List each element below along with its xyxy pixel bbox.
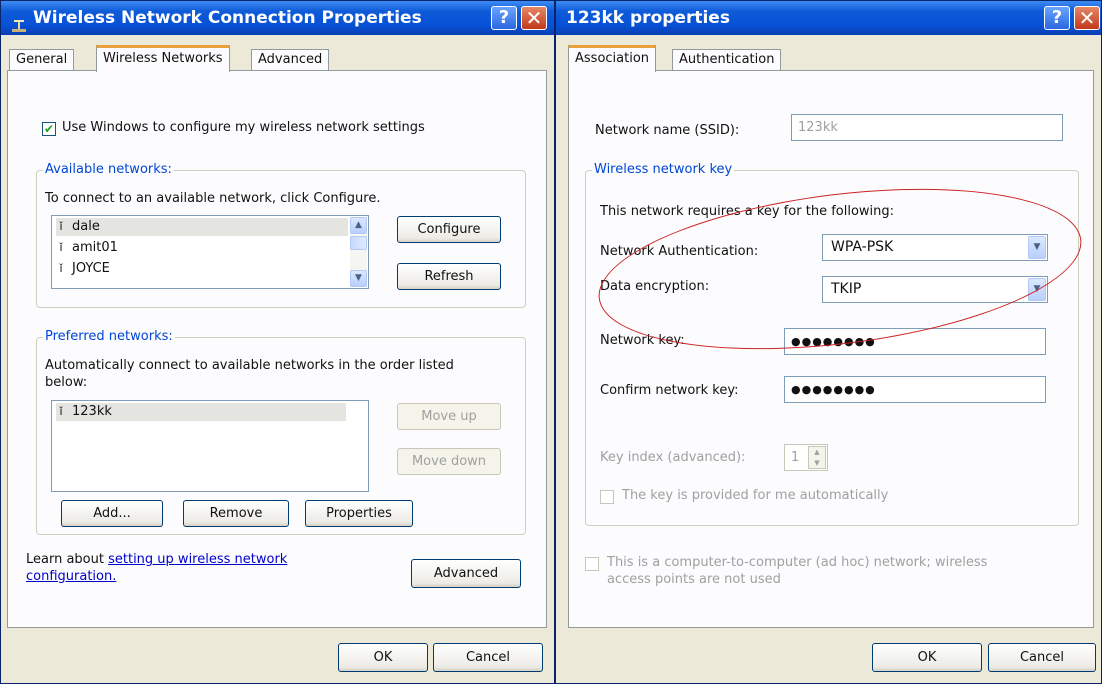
available-networks-list[interactable]: ǐ dale ǐ amit01 ǐ JOYCE ▲ ▼: [51, 215, 369, 289]
available-networks-legend: Available networks:: [43, 162, 174, 177]
title-bar[interactable]: 123kk properties: [556, 1, 1101, 35]
adhoc-label-line2: access points are not used: [607, 572, 781, 587]
available-networks-desc: To connect to an available network, clic…: [45, 191, 381, 206]
help-icon: ?: [498, 7, 510, 28]
advanced-button[interactable]: Advanced: [411, 559, 521, 588]
close-icon: ✕: [1078, 6, 1096, 30]
ssid-field[interactable]: 123kk: [791, 114, 1063, 141]
wireless-network-icon: ǐ: [59, 262, 63, 275]
window-title: 123kk properties: [566, 8, 730, 28]
preferred-networks-desc-line1: Automatically connect to available netwo…: [45, 358, 454, 373]
list-item[interactable]: ǐ 123kk: [56, 403, 346, 421]
refresh-button[interactable]: Refresh: [397, 263, 501, 290]
dropdown-arrow-icon[interactable]: ▼: [1028, 278, 1046, 301]
learn-about-text-2: configuration.: [26, 569, 116, 584]
preferred-networks-list[interactable]: ǐ 123kk: [51, 400, 369, 492]
cancel-button[interactable]: Cancel: [433, 643, 543, 672]
use-windows-label: Use Windows to configure my wireless net…: [62, 120, 425, 135]
key-index-label: Key index (advanced):: [600, 450, 746, 465]
network-connection-icon: [11, 11, 27, 32]
association-panel: Network name (SSID): 123kk Wireless netw…: [568, 70, 1094, 628]
vertical-scrollbar[interactable]: ▲ ▼: [350, 217, 367, 287]
help-button[interactable]: ?: [1044, 6, 1070, 30]
key-index-spinner[interactable]: ▲ ▼: [808, 446, 826, 469]
use-windows-checkbox[interactable]: ✔: [42, 122, 56, 136]
available-networks-group: Available networks: To connect to an ava…: [36, 162, 526, 308]
scroll-up-icon[interactable]: ▲: [350, 217, 367, 234]
help-button[interactable]: ?: [491, 6, 517, 30]
preferred-networks-legend: Preferred networks:: [43, 329, 175, 344]
setup-link-2[interactable]: configuration.: [26, 569, 116, 584]
tab-wireless-networks[interactable]: Wireless Networks: [96, 45, 230, 72]
key-auto-label: The key is provided for me automatically: [622, 488, 889, 503]
scroll-down-icon[interactable]: ▼: [350, 270, 367, 287]
confirm-key-field[interactable]: ●●●●●●●●: [784, 376, 1046, 403]
scroll-thumb[interactable]: [350, 236, 367, 250]
network-auth-label: Network Authentication:: [600, 244, 759, 259]
preferred-networks-group: Preferred networks: Automatically connec…: [36, 329, 526, 535]
configure-button[interactable]: Configure: [397, 216, 501, 243]
add-button[interactable]: Add...: [61, 500, 163, 527]
key-auto-checkbox[interactable]: [600, 490, 614, 504]
window-title: Wireless Network Connection Properties: [33, 8, 422, 28]
network-key-field[interactable]: ●●●●●●●●: [784, 328, 1046, 355]
ssid-label: Network name (SSID):: [595, 123, 740, 138]
learn-about-text: Learn about setting up wireless network: [26, 552, 288, 567]
data-encryption-label: Data encryption:: [600, 279, 710, 294]
wireless-network-icon: ǐ: [59, 405, 63, 418]
network-key-label: Network key:: [600, 333, 685, 348]
wireless-connection-properties-window: Wireless Network Connection Properties ?…: [0, 0, 555, 684]
remove-button[interactable]: Remove: [183, 500, 289, 527]
help-icon: ?: [1051, 7, 1063, 28]
close-button[interactable]: ✕: [521, 6, 547, 30]
close-icon: ✕: [525, 6, 543, 30]
close-button[interactable]: ✕: [1074, 6, 1100, 30]
key-requirement-desc: This network requires a key for the foll…: [600, 204, 895, 219]
list-item[interactable]: ǐ amit01: [56, 239, 117, 257]
list-item[interactable]: ǐ JOYCE: [56, 260, 109, 278]
setup-link[interactable]: setting up wireless network: [108, 552, 287, 567]
tab-association[interactable]: Association: [568, 45, 657, 72]
properties-button[interactable]: Properties: [305, 500, 413, 527]
ok-button[interactable]: OK: [338, 643, 428, 672]
network-properties-window: 123kk properties ? ✕ Association Authent…: [555, 0, 1102, 684]
tab-authentication[interactable]: Authentication: [672, 49, 782, 71]
adhoc-checkbox[interactable]: [585, 557, 599, 571]
wireless-key-legend: Wireless network key: [592, 162, 735, 177]
tab-general[interactable]: General: [9, 49, 75, 71]
spin-up-icon[interactable]: ▲: [809, 447, 825, 458]
preferred-networks-desc-line2: below:: [45, 375, 88, 390]
wireless-network-icon: ǐ: [59, 241, 63, 254]
data-encryption-select[interactable]: TKIP ▼: [822, 276, 1048, 303]
wireless-networks-panel: ✔ Use Windows to configure my wireless n…: [7, 70, 547, 628]
list-item[interactable]: ǐ dale: [56, 218, 348, 236]
cancel-button[interactable]: Cancel: [988, 643, 1096, 672]
ok-button[interactable]: OK: [872, 643, 982, 672]
network-auth-select[interactable]: WPA-PSK ▼: [822, 234, 1048, 261]
wireless-key-group: Wireless network key This network requir…: [585, 162, 1079, 526]
move-down-button[interactable]: Move down: [397, 448, 501, 475]
dropdown-arrow-icon[interactable]: ▼: [1028, 236, 1046, 259]
checkmark-icon: ✔: [43, 122, 55, 136]
title-bar[interactable]: Wireless Network Connection Properties: [1, 1, 554, 35]
adhoc-label-line1: This is a computer-to-computer (ad hoc) …: [607, 555, 988, 570]
tab-advanced[interactable]: Advanced: [251, 49, 330, 71]
confirm-key-label: Confirm network key:: [600, 383, 739, 398]
spin-down-icon[interactable]: ▼: [809, 458, 825, 468]
wireless-network-icon: ǐ: [59, 220, 63, 233]
move-up-button[interactable]: Move up: [397, 403, 501, 430]
